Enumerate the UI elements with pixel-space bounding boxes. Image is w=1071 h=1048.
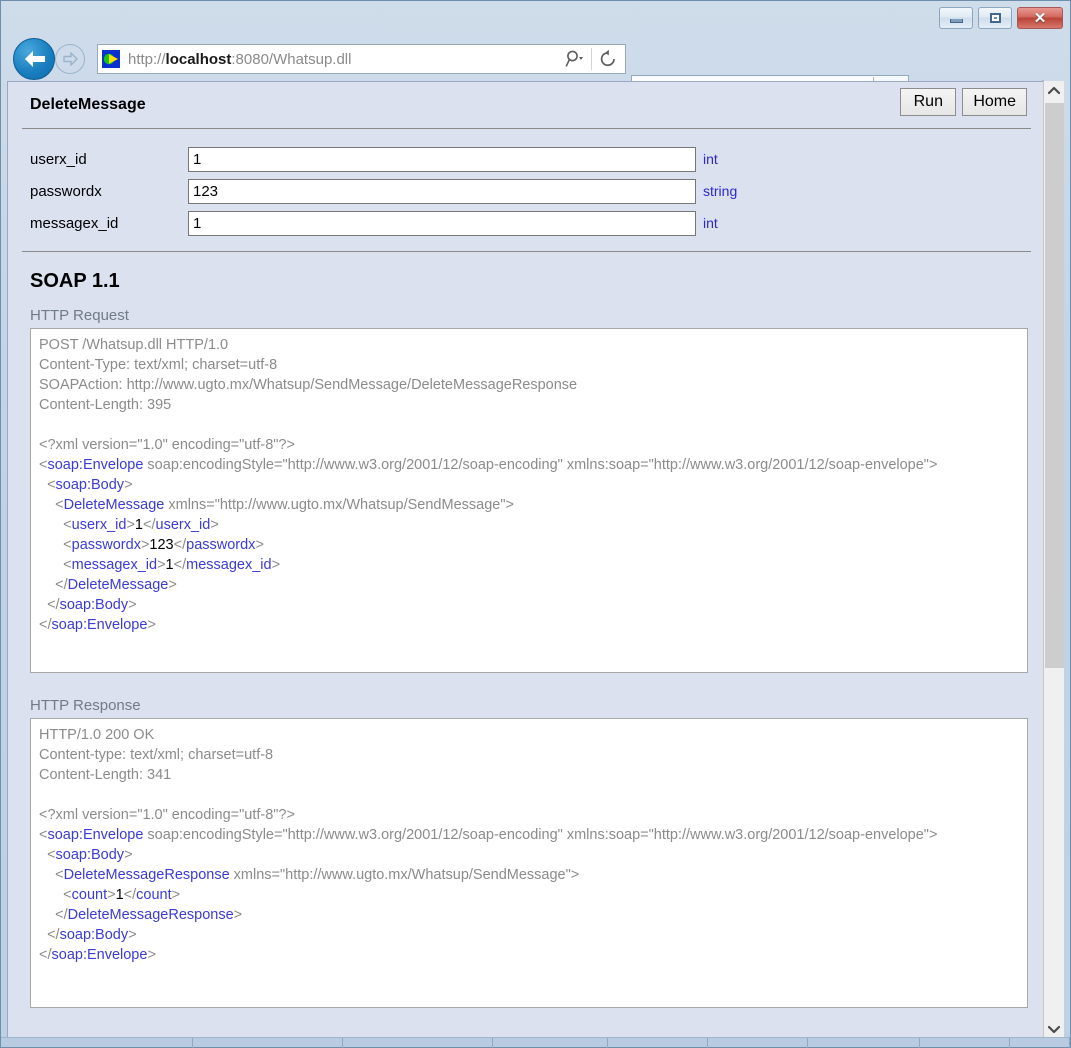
run-button[interactable]: Run bbox=[900, 88, 957, 116]
minimize-button[interactable] bbox=[939, 7, 973, 29]
browser-window: ✕ http://localhost:8080/Whatsup.dll Dele… bbox=[0, 0, 1071, 1048]
param-input-messagex-id[interactable] bbox=[188, 210, 696, 236]
param-type-passwordx: string bbox=[703, 183, 738, 199]
taskbar-item[interactable] bbox=[493, 1038, 608, 1048]
search-icon[interactable] bbox=[564, 48, 586, 70]
param-label-passwordx: passwordx bbox=[30, 182, 102, 200]
restore-button[interactable] bbox=[978, 7, 1012, 29]
url-suffix: :8080/Whatsup.dll bbox=[231, 50, 352, 68]
taskbar-item[interactable] bbox=[920, 1038, 1010, 1048]
address-bar-url: http://localhost:8080/Whatsup.dll bbox=[128, 51, 564, 68]
forward-button[interactable] bbox=[55, 44, 85, 74]
page-scrollbar[interactable] bbox=[1043, 81, 1064, 1039]
url-host: localhost bbox=[165, 50, 232, 68]
url-prefix: http:// bbox=[128, 50, 166, 68]
http-response-label: HTTP Response bbox=[30, 697, 141, 714]
address-bar-icons bbox=[564, 48, 619, 70]
taskbar-item[interactable] bbox=[808, 1038, 920, 1048]
http-request-label: HTTP Request bbox=[30, 307, 129, 324]
site-favicon-icon bbox=[102, 50, 120, 68]
desktop-taskbar bbox=[1, 1037, 1070, 1048]
param-input-passwordx[interactable] bbox=[188, 178, 696, 204]
taskbar-item[interactable] bbox=[608, 1038, 708, 1048]
close-icon: ✕ bbox=[1033, 9, 1047, 27]
scrollbar-thumb[interactable] bbox=[1045, 103, 1064, 668]
browser-navigation-bar: http://localhost:8080/Whatsup.dll bbox=[1, 35, 1070, 114]
chevron-down-icon bbox=[1048, 1025, 1060, 1034]
page-title: DeleteMessage bbox=[30, 96, 146, 113]
taskbar-item[interactable] bbox=[1, 1038, 193, 1048]
restore-icon bbox=[989, 13, 1001, 23]
address-icon-divider bbox=[591, 48, 592, 70]
param-row-passwordx: passwordx string bbox=[22, 175, 1031, 207]
param-input-userx-id[interactable] bbox=[188, 146, 696, 172]
http-request-code-block: POST /Whatsup.dll HTTP/1.0 Content-Type:… bbox=[30, 328, 1028, 673]
web-page: DeleteMessage Run Home userx_id int pass… bbox=[8, 82, 1045, 1038]
page-viewport: DeleteMessage Run Home userx_id int pass… bbox=[7, 81, 1063, 1039]
page-header: DeleteMessage Run Home bbox=[22, 82, 1031, 129]
window-title-bar: ✕ bbox=[1, 1, 1070, 35]
param-row-userx-id: userx_id int bbox=[22, 143, 1031, 175]
page-header-buttons: Run Home bbox=[900, 88, 1027, 116]
param-label-messagex-id: messagex_id bbox=[30, 214, 119, 232]
http-response-code-block: HTTP/1.0 200 OK Content-type: text/xml; … bbox=[30, 718, 1028, 1008]
taskbar-item[interactable] bbox=[193, 1038, 343, 1048]
param-label-userx-id: userx_id bbox=[30, 150, 87, 168]
soap-version-heading: SOAP 1.1 bbox=[30, 270, 120, 292]
param-row-messagex-id: messagex_id int bbox=[22, 207, 1031, 239]
back-button[interactable] bbox=[13, 38, 55, 80]
close-window-button[interactable]: ✕ bbox=[1017, 7, 1063, 29]
minimize-icon bbox=[949, 18, 963, 23]
refresh-icon[interactable] bbox=[597, 48, 619, 70]
scroll-up-button[interactable] bbox=[1044, 81, 1064, 100]
window-controls: ✕ bbox=[939, 7, 1063, 29]
forward-arrow-icon bbox=[63, 52, 78, 66]
back-arrow-icon bbox=[25, 51, 45, 67]
taskbar-item[interactable] bbox=[708, 1038, 808, 1048]
taskbar-item[interactable] bbox=[343, 1038, 493, 1048]
address-bar[interactable]: http://localhost:8080/Whatsup.dll bbox=[97, 44, 626, 74]
chevron-up-icon bbox=[1048, 86, 1060, 95]
home-button[interactable]: Home bbox=[962, 88, 1027, 116]
taskbar-item[interactable] bbox=[1010, 1038, 1070, 1048]
param-type-messagex-id: int bbox=[703, 215, 718, 231]
parameter-form: userx_id int passwordx string messagex_i… bbox=[22, 129, 1031, 252]
param-type-userx-id: int bbox=[703, 151, 718, 167]
